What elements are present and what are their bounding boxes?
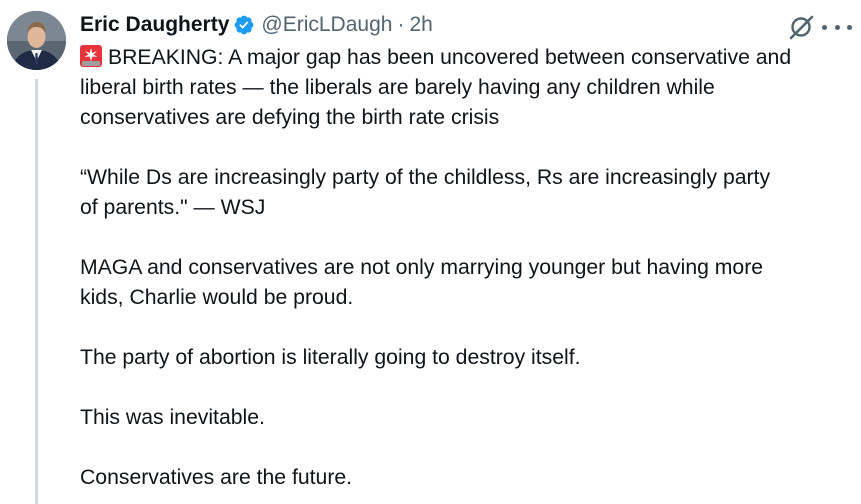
paragraph-future: Conservatives are the future. [80, 466, 353, 489]
separator-dot: · [397, 13, 405, 36]
text-line: BREAKING: A major gap has been uncovered… [80, 43, 856, 73]
paragraph-abortion: The party of abortion is literally going… [80, 346, 581, 369]
author-name[interactable]: Eric Daugherty [80, 13, 229, 37]
verified-badge-icon[interactable] [233, 14, 255, 36]
tweet-text: BREAKING: A major gap has been uncovered… [80, 43, 856, 493]
timestamp[interactable]: 2h [409, 13, 432, 37]
grok-icon[interactable] [787, 14, 817, 40]
text-line: conservatives are defying the birth rate… [80, 106, 500, 129]
paragraph-inevitable: This was inevitable. [80, 406, 265, 429]
text-line: of parents." — WSJ [80, 196, 266, 219]
more-options-icon[interactable] [822, 15, 852, 39]
rotating-light-emoji-icon [80, 45, 102, 67]
author-handle[interactable]: @EricLDaugh [261, 13, 392, 37]
paragraph-breaking: BREAKING: A major gap has been uncovered… [80, 43, 856, 133]
avatar[interactable] [7, 11, 66, 70]
dot-icon [834, 24, 840, 30]
dot-icon [847, 24, 852, 30]
text-line: MAGA and conservatives are not only marr… [80, 256, 764, 279]
dot-icon [822, 24, 827, 30]
paragraph-quote: “While Ds are increasingly party of the … [80, 163, 856, 223]
tweet: Eric Daugherty @EricLDaugh · 2h BREAKING… [0, 0, 861, 504]
text-line: kids, Charlie would be proud. [80, 286, 354, 309]
text-line: liberal birth rates — the liberals are b… [80, 76, 715, 99]
thread-line [35, 79, 38, 504]
paragraph-maga: MAGA and conservatives are not only marr… [80, 253, 856, 313]
avatar-image [7, 11, 66, 70]
text-line: “While Ds are increasingly party of the … [80, 166, 771, 189]
tweet-header: Eric Daugherty @EricLDaugh · 2h [80, 8, 433, 42]
